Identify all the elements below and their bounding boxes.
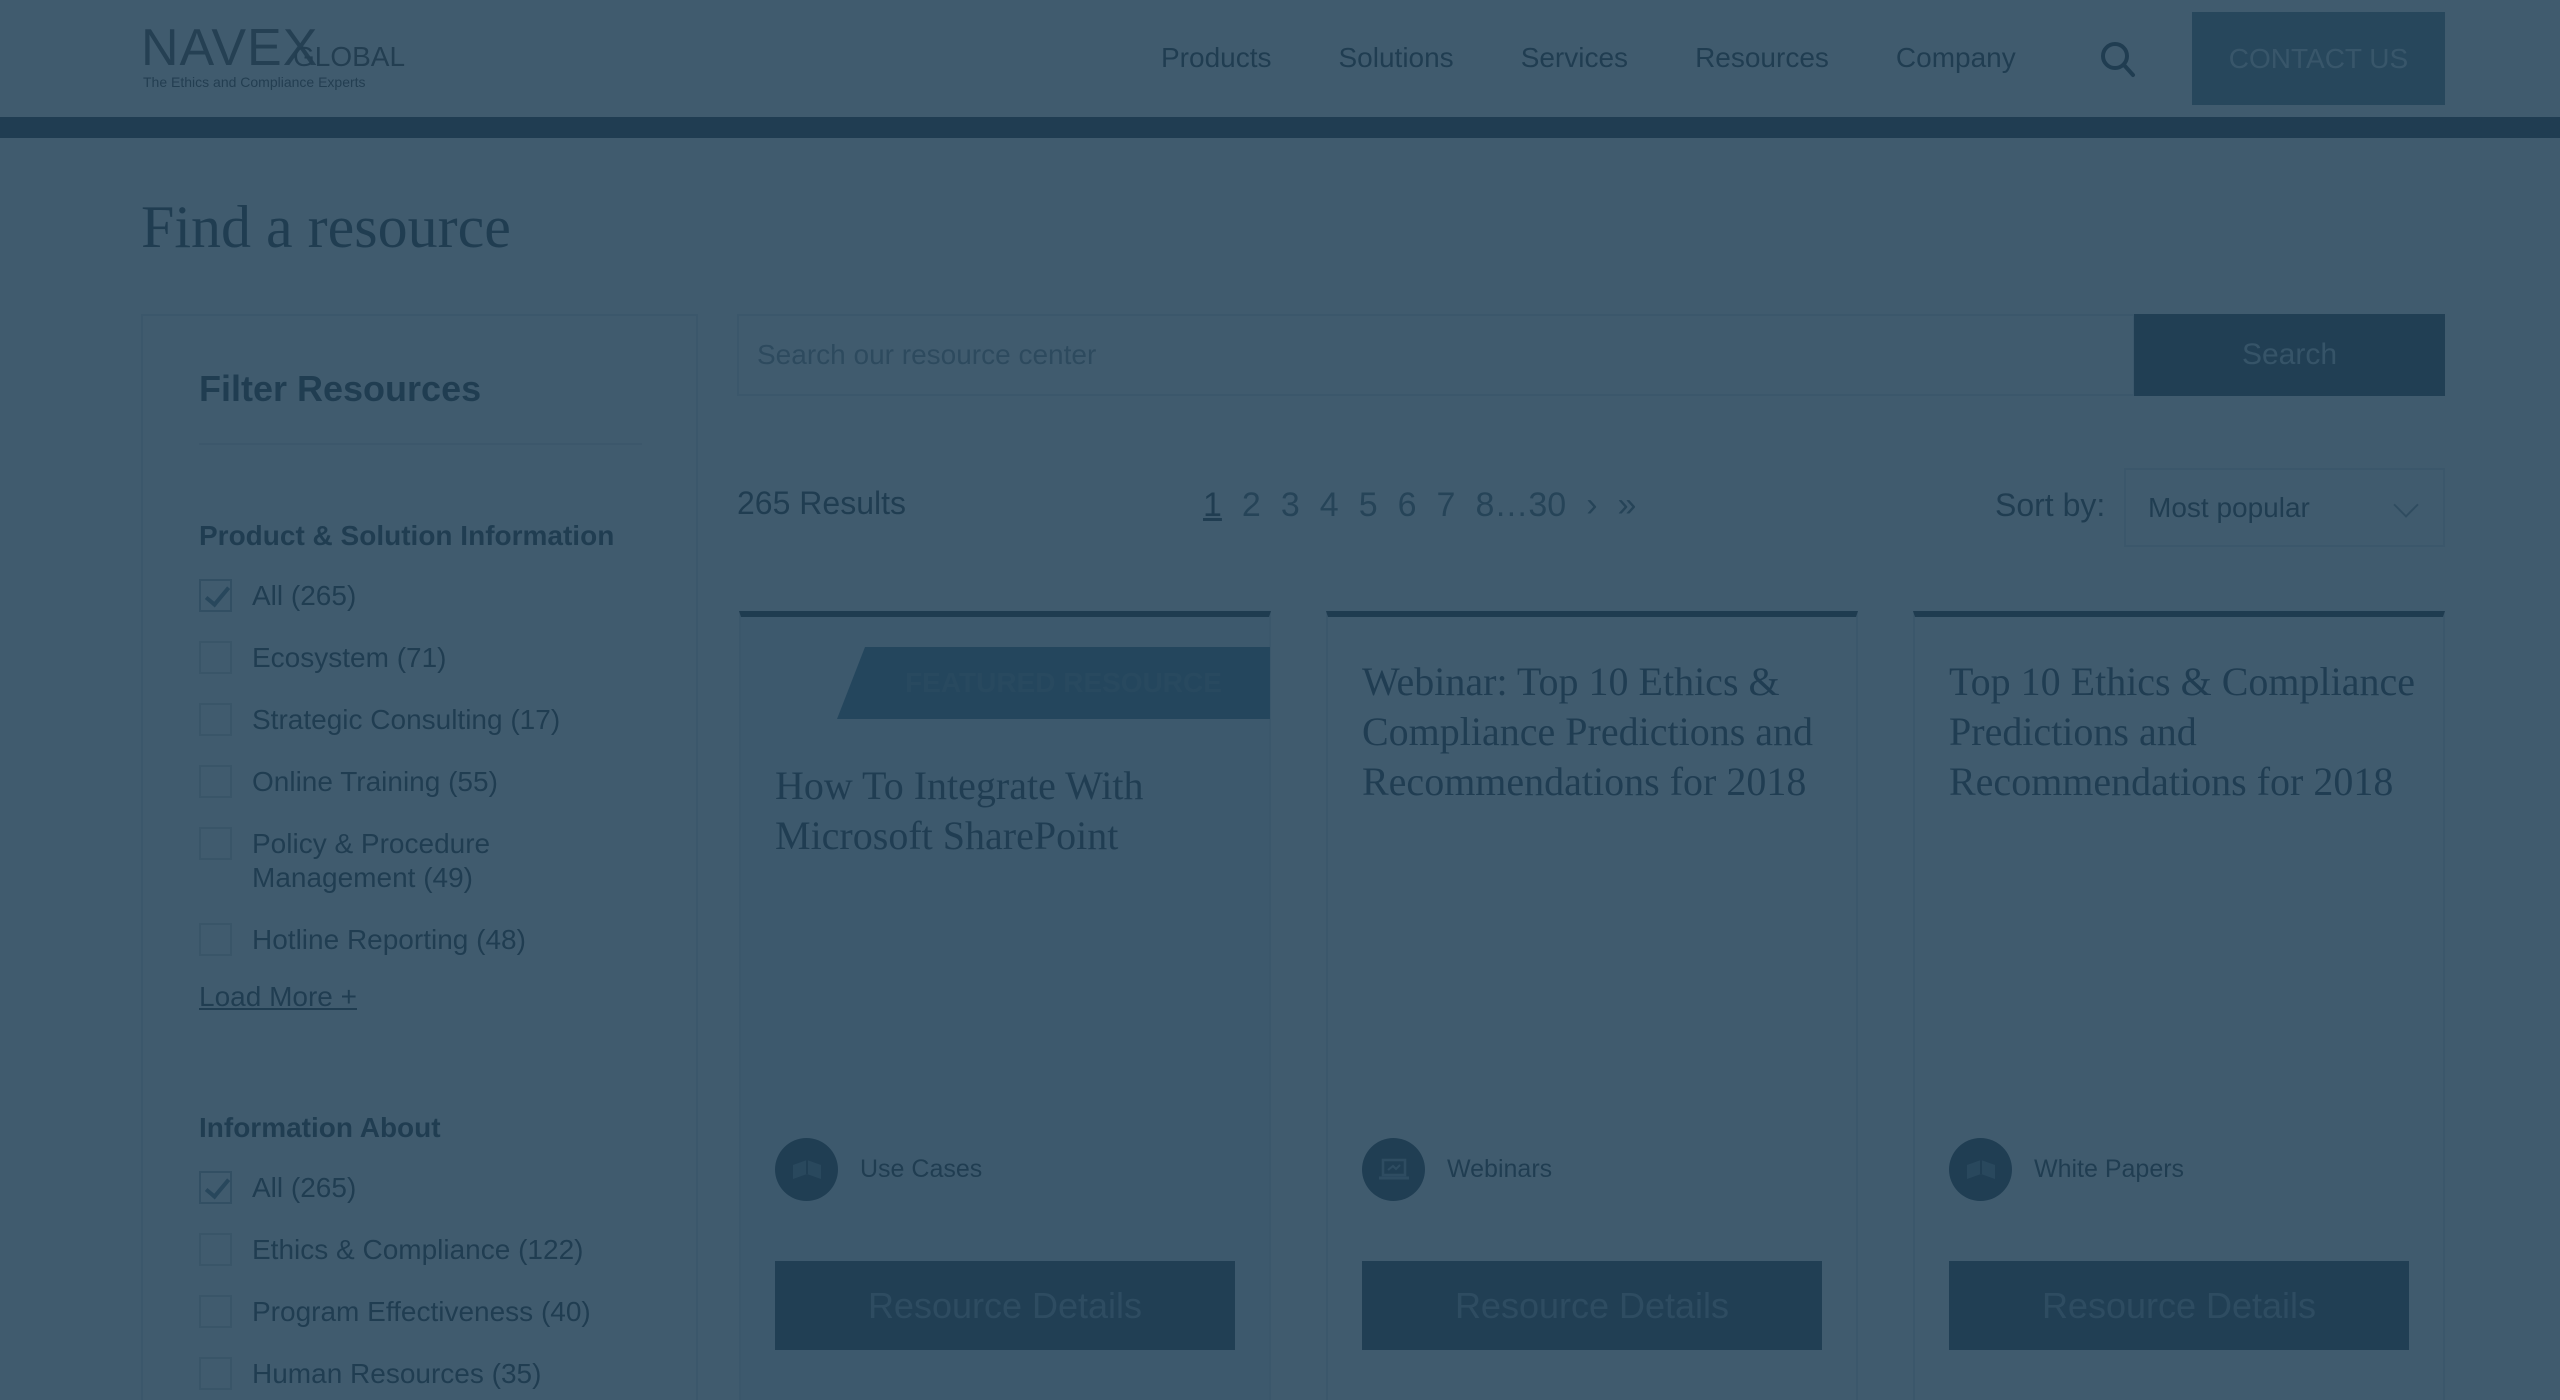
filter-option-label: Hotline Reporting (48) xyxy=(252,924,526,955)
filter-option-label: All (265) xyxy=(252,1172,357,1203)
filter-group-title: Product & Solution Information xyxy=(199,520,615,551)
resource-details-button[interactable]: Resource Details xyxy=(1949,1261,2409,1350)
filter-divider xyxy=(199,443,642,445)
resource-details-button[interactable]: Resource Details xyxy=(775,1261,1235,1350)
checkbox[interactable] xyxy=(199,641,232,674)
resource-card: FEATURED RESOURCE How To Integrate With … xyxy=(739,611,1271,1400)
book-icon xyxy=(1949,1138,2012,1201)
resource-details-button[interactable]: Resource Details xyxy=(1362,1261,1822,1350)
search-icon[interactable] xyxy=(2100,40,2136,80)
book-icon xyxy=(775,1138,838,1201)
checkbox[interactable] xyxy=(199,1357,232,1390)
filter-option[interactable]: Hotline Reporting (48) xyxy=(199,923,632,957)
filter-option-label: Ecosystem (71) xyxy=(252,642,447,673)
chevron-down-icon xyxy=(2393,492,2419,518)
search-button[interactable]: Search xyxy=(2134,314,2445,396)
checkbox[interactable] xyxy=(199,1295,232,1328)
main-nav: Products Solutions Services Resources Co… xyxy=(1161,38,2083,78)
card-type: White Papers xyxy=(1949,1138,2184,1201)
page-link-range[interactable]: 8…30 xyxy=(1475,485,1566,525)
card-type-label: Webinars xyxy=(1447,1155,1553,1183)
filter-title: Filter Resources xyxy=(199,368,482,409)
page-title: Find a resource xyxy=(141,194,511,260)
filter-option-label: Online Training (55) xyxy=(252,766,498,797)
card-title[interactable]: Webinar: Top 10 Ethics & Compliance Pred… xyxy=(1362,657,1832,807)
checkbox[interactable] xyxy=(199,1233,232,1266)
filter-option[interactable]: All (265) xyxy=(199,579,632,613)
sort-select[interactable]: Most popular xyxy=(2124,468,2445,547)
sort-label: Sort by: xyxy=(1995,487,2106,523)
header-divider-bar xyxy=(0,117,2560,138)
nav-products[interactable]: Products xyxy=(1161,38,1272,78)
next-page-link[interactable]: › xyxy=(1586,485,1597,525)
nav-company[interactable]: Company xyxy=(1896,38,2016,78)
filter-option[interactable]: Online Training (55) xyxy=(199,765,632,799)
nav-resources[interactable]: Resources xyxy=(1695,38,1829,78)
navex-logo[interactable]: NAVEX GLOBAL The Ethics and Compliance E… xyxy=(141,19,405,94)
card-type-label: White Papers xyxy=(2034,1155,2185,1183)
checkbox-checked[interactable] xyxy=(199,579,232,612)
card-type: Use Cases xyxy=(775,1138,982,1201)
nav-services[interactable]: Services xyxy=(1521,38,1628,78)
filter-sidebar: Filter Resources Product & Solution Info… xyxy=(141,314,698,1400)
card-type: Webinars xyxy=(1362,1138,1552,1201)
laptop-icon xyxy=(1362,1138,1425,1201)
checkbox[interactable] xyxy=(199,765,232,798)
results-count: 265 Results xyxy=(737,485,906,521)
resource-card: Top 10 Ethics & Compliance Predictions a… xyxy=(1913,611,2445,1400)
filter-option[interactable]: Policy & Procedure Management (49) xyxy=(199,827,512,895)
filter-option-label: All (265) xyxy=(252,580,357,611)
filter-option[interactable]: Human Resources (35) xyxy=(199,1357,632,1391)
page-link[interactable]: 2 xyxy=(1242,485,1261,525)
page-link-current[interactable]: 1 xyxy=(1203,485,1222,525)
filter-option-label: Human Resources (35) xyxy=(252,1358,542,1389)
load-more-link[interactable]: Load More + xyxy=(199,981,357,1013)
filter-option[interactable]: Program Effectiveness (40) xyxy=(199,1295,632,1329)
filter-option-label: Program Effectiveness (40) xyxy=(252,1296,591,1327)
card-type-label: Use Cases xyxy=(860,1155,983,1183)
logo-wordmark: NAVEX xyxy=(141,19,319,77)
sort-selected-value: Most popular xyxy=(2148,491,2310,523)
filter-option[interactable]: All (265) xyxy=(199,1171,632,1205)
page-link[interactable]: 6 xyxy=(1398,485,1417,525)
nav-solutions[interactable]: Solutions xyxy=(1339,38,1454,78)
checkbox[interactable] xyxy=(199,827,232,860)
filter-option-label: Ethics & Compliance (122) xyxy=(252,1234,584,1265)
checkbox[interactable] xyxy=(199,923,232,956)
filter-option[interactable]: Strategic Consulting (17) xyxy=(199,703,632,737)
filter-option[interactable]: Ecosystem (71) xyxy=(199,641,632,675)
card-title[interactable]: How To Integrate With Microsoft SharePoi… xyxy=(775,761,1245,861)
site-header: NAVEX GLOBAL The Ethics and Compliance E… xyxy=(0,0,2560,117)
page-link[interactable]: 7 xyxy=(1437,485,1456,525)
resource-card: Webinar: Top 10 Ethics & Compliance Pred… xyxy=(1326,611,1858,1400)
page-link[interactable]: 5 xyxy=(1359,485,1378,525)
filter-option-label: Policy & Procedure Management (49) xyxy=(252,828,491,893)
filter-option-label: Strategic Consulting (17) xyxy=(252,704,561,735)
last-page-link[interactable]: » xyxy=(1618,485,1637,525)
page-link[interactable]: 4 xyxy=(1320,485,1339,525)
contact-us-button[interactable]: CONTACT US xyxy=(2192,12,2445,105)
resource-search-input[interactable] xyxy=(737,314,2135,396)
card-title[interactable]: Top 10 Ethics & Compliance Predictions a… xyxy=(1949,657,2419,807)
filter-option[interactable]: Ethics & Compliance (122) xyxy=(199,1233,632,1267)
featured-badge: FEATURED RESOURCE xyxy=(837,647,1270,719)
pagination: 1 2 3 4 5 6 7 8…30 › » xyxy=(1203,485,1656,525)
logo-tagline: The Ethics and Compliance Experts xyxy=(143,74,366,90)
checkbox[interactable] xyxy=(199,703,232,736)
logo-global: GLOBAL xyxy=(293,41,406,72)
filter-group-title: Information About xyxy=(199,1112,441,1143)
checkbox-checked[interactable] xyxy=(199,1171,232,1204)
page-link[interactable]: 3 xyxy=(1281,485,1300,525)
